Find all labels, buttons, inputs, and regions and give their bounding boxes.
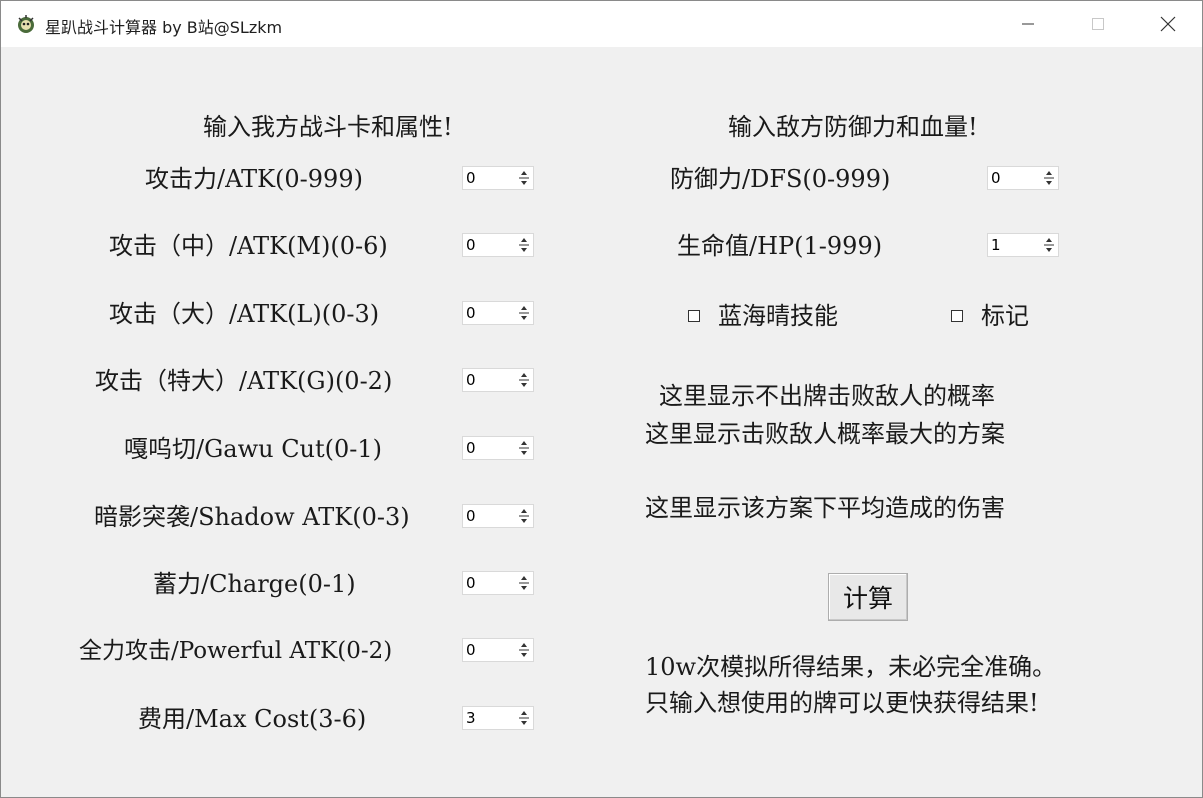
atk-g-value: 0 [466,371,476,389]
skill-checkbox[interactable] [688,310,700,322]
app-window: 星趴战斗计算器 by B站@SLzkm 输入我方战斗卡和属性! 攻击力/ATK(… [0,0,1203,798]
hp-spinbox[interactable]: 1 [987,233,1059,257]
atk-m-spinbox[interactable]: 0 [462,233,534,257]
avg-damage-text: 这里显示该方案下平均造成的伤害 [645,494,1005,522]
max-cost-spinbox[interactable]: 3 [462,706,534,730]
defense-value: 0 [991,169,1001,187]
spin-arrows-icon[interactable] [517,574,531,592]
atk-l-label: 攻击（大）/ATK(L)(0-3) [109,300,380,328]
spin-arrows-icon[interactable] [517,304,531,322]
maximize-button[interactable] [1075,1,1121,47]
win-rate-text: 这里显示不出牌击败敌人的概率 [659,382,995,410]
hp-label: 生命值/HP(1-999) [677,232,883,260]
powerful-atk-spinbox[interactable]: 0 [462,638,534,662]
spin-arrows-icon[interactable] [517,641,531,659]
mark-checkbox-label[interactable]: 标记 [981,301,1029,331]
ally-section-heading: 输入我方战斗卡和属性! [203,113,453,141]
atk-m-label: 攻击（中）/ATK(M)(0-6) [109,232,388,260]
defense-spinbox[interactable]: 0 [987,166,1059,190]
best-plan-text: 这里显示击败敌人概率最大的方案 [645,420,1005,448]
spin-arrows-icon[interactable] [517,507,531,525]
charge-value: 0 [466,574,476,592]
atk-label: 攻击力/ATK(0-999) [145,165,363,193]
spin-arrows-icon[interactable] [517,439,531,457]
close-icon [1160,16,1176,32]
spin-arrows-icon[interactable] [517,371,531,389]
minimize-icon [1022,23,1034,25]
atk-l-value: 0 [466,304,476,322]
enemy-section-heading: 输入敌方防御力和血量! [728,113,978,141]
charge-label: 蓄力/Charge(0-1) [153,570,356,598]
hp-value: 1 [991,236,1001,254]
window-title: 星趴战斗计算器 by B站@SLzkm [45,18,283,37]
spin-arrows-icon[interactable] [1042,236,1056,254]
atk-l-spinbox[interactable]: 0 [462,301,534,325]
powerful-atk-value: 0 [466,641,476,659]
atk-g-label: 攻击（特大）/ATK(G)(0-2) [95,367,393,395]
minimize-button[interactable] [1005,1,1051,47]
spin-arrows-icon[interactable] [517,709,531,727]
spin-arrows-icon[interactable] [1042,169,1056,187]
atk-value: 0 [466,169,476,187]
gawu-cut-spinbox[interactable]: 0 [462,436,534,460]
spin-arrows-icon[interactable] [517,236,531,254]
max-cost-value: 3 [466,709,476,727]
gawu-cut-value: 0 [466,439,476,457]
charge-spinbox[interactable]: 0 [462,571,534,595]
atk-m-value: 0 [466,236,476,254]
powerful-atk-label: 全力攻击/Powerful ATK(0-2) [79,638,393,664]
shadow-atk-label: 暗影突袭/Shadow ATK(0-3) [94,503,410,531]
spin-arrows-icon[interactable] [517,169,531,187]
atk-spinbox[interactable]: 0 [462,166,534,190]
mark-checkbox[interactable] [951,310,963,322]
maximize-icon [1092,18,1104,30]
gawu-cut-label: 嘎呜切/Gawu Cut(0-1) [124,435,383,463]
note-line-1: 10w次模拟所得结果，未必完全准确。 [645,653,1057,681]
close-button[interactable] [1145,1,1191,47]
note-line-2: 只输入想使用的牌可以更快获得结果! [645,689,1039,717]
skill-checkbox-label[interactable]: 蓝海晴技能 [718,301,838,331]
calculate-button[interactable]: 计算 [828,573,908,621]
title-bar: 星趴战斗计算器 by B站@SLzkm [1,1,1202,47]
app-logo-icon [18,15,34,33]
defense-label: 防御力/DFS(0-999) [670,165,891,193]
shadow-atk-spinbox[interactable]: 0 [462,504,534,528]
max-cost-label: 费用/Max Cost(3-6) [138,705,367,733]
shadow-atk-value: 0 [466,507,476,525]
atk-g-spinbox[interactable]: 0 [462,368,534,392]
